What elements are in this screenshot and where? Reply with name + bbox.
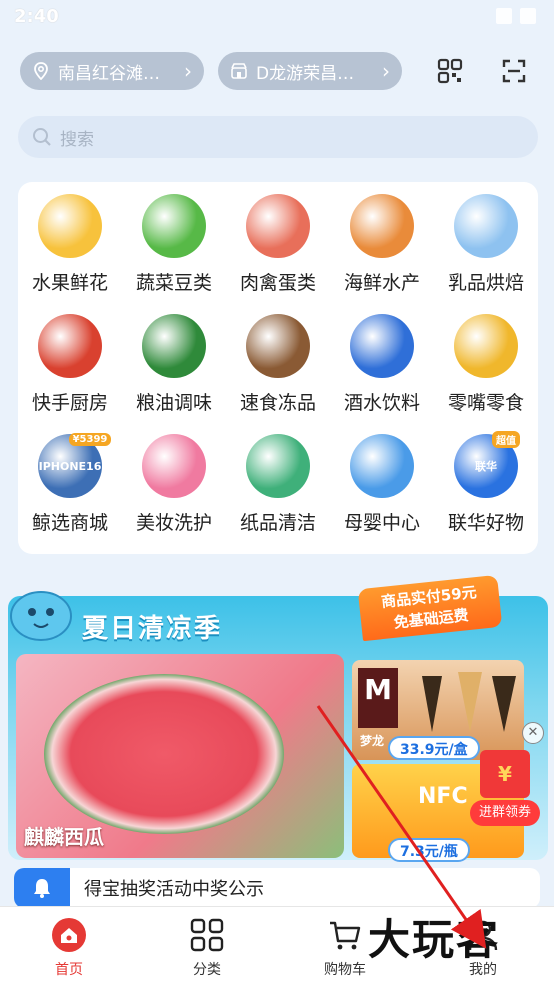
- group-coupon-button[interactable]: ¥ 进群领券: [470, 750, 540, 834]
- status-icons: [496, 8, 536, 24]
- category-label: 海鲜水产: [343, 272, 420, 294]
- store-icon: [231, 63, 247, 79]
- category-label: 酒水饮料: [343, 392, 420, 414]
- store-label: D龙游荣昌…: [256, 63, 355, 84]
- watermelon-label: 麒麟西瓜: [24, 825, 104, 849]
- category-label: 美妆洗护: [135, 512, 212, 534]
- search-icon: [33, 128, 51, 146]
- status-time: 2:40: [14, 6, 59, 27]
- category-badge: ¥5399: [68, 432, 112, 446]
- category-icon: IPHONE16 ¥5399: [38, 432, 112, 498]
- category-icon: [454, 194, 518, 258]
- notice-text: 得宝抽奖活动中奖公示: [84, 879, 264, 900]
- category-item[interactable]: 速食冻品: [226, 302, 330, 422]
- category-icon: 联华 超值: [454, 430, 520, 498]
- magnum-name: 梦龙: [360, 734, 385, 748]
- qr-code-button[interactable]: [431, 52, 469, 90]
- red-envelope-icon: ¥: [480, 750, 530, 798]
- tab-cart-label: 购物车: [324, 962, 366, 978]
- category-item[interactable]: 海鲜水产: [330, 182, 434, 302]
- category-label: 纸品清洁: [239, 512, 316, 534]
- category-label: 零嘴零食: [447, 392, 524, 414]
- category-label: 快手厨房: [31, 392, 108, 414]
- category-item[interactable]: 乳品烘焙: [434, 182, 538, 302]
- location-pin-icon: [34, 62, 48, 80]
- category-icon: [142, 314, 206, 378]
- juice-price: 7.3元/瓶: [388, 838, 470, 862]
- category-icon: [246, 194, 310, 258]
- qr-code-icon: [437, 58, 463, 84]
- category-item[interactable]: 联华 超值联华好物: [434, 422, 538, 542]
- category-icon: [246, 314, 310, 378]
- tab-category-label: 分类: [193, 962, 221, 978]
- category-grid: 水果鲜花 蔬菜豆类 肉禽蛋类 海鲜水产 乳品烘焙快手厨房 粮油调味 速食冻品 酒水饮料 零嘴零食…: [18, 182, 538, 554]
- category-label: 肉禽蛋类: [239, 272, 316, 294]
- icecream-price: 33.9元/盒: [388, 736, 480, 760]
- category-label: 粮油调味: [135, 392, 212, 414]
- tab-category[interactable]: 分类: [138, 907, 276, 984]
- search-input[interactable]: 搜索: [18, 116, 538, 158]
- category-icon: [350, 314, 414, 378]
- category-label: 联华好物: [447, 512, 524, 534]
- promo-banner[interactable]: 夏日清凉季 商品实付59元 免基础运费 麒麟西瓜 M 梦龙 33.9元/盒 NF…: [0, 572, 554, 864]
- category-item[interactable]: 水果鲜花: [18, 182, 122, 302]
- category-item[interactable]: 快手厨房: [18, 302, 122, 422]
- category-badge: 超值: [492, 430, 520, 448]
- top-bar: 南昌红谷滩… › D龙游荣昌… ›: [0, 52, 554, 92]
- watermark-logo: 大玩客: [368, 915, 501, 964]
- category-icon: [454, 314, 518, 378]
- nfc-label: NFC: [418, 784, 468, 809]
- lottery-notice[interactable]: 得宝抽奖活动中奖公示: [14, 868, 540, 908]
- chevron-right-icon: ›: [382, 59, 390, 83]
- category-item[interactable]: 纸品清洁: [226, 422, 330, 542]
- scan-button[interactable]: [495, 52, 533, 90]
- mascot-icon: [10, 591, 72, 641]
- category-icon: [38, 194, 102, 258]
- category-item[interactable]: 零嘴零食: [434, 302, 538, 422]
- search-placeholder: 搜索: [60, 129, 94, 150]
- category-label: 鲸选商城: [31, 512, 108, 534]
- banner-title: 夏日清凉季: [82, 614, 223, 644]
- category-icon: [142, 194, 206, 258]
- location-chip[interactable]: 南昌红谷滩… ›: [20, 52, 204, 90]
- category-icon: [246, 434, 310, 498]
- category-item[interactable]: 粮油调味: [122, 302, 226, 422]
- scan-icon: [502, 59, 526, 83]
- battery-icon: [520, 8, 536, 24]
- chevron-right-icon: ›: [184, 59, 192, 83]
- status-bar: 2:40: [0, 0, 554, 38]
- watermelon-image: [44, 674, 284, 834]
- tab-home[interactable]: 首页: [0, 907, 138, 984]
- home-icon: [51, 917, 87, 953]
- category-item[interactable]: 美妆洗护: [122, 422, 226, 542]
- category-label: 水果鲜花: [31, 272, 108, 294]
- close-icon[interactable]: ✕: [522, 722, 544, 744]
- category-label: 母婴中心: [343, 512, 420, 534]
- category-icon: [38, 314, 102, 378]
- category-item[interactable]: 母婴中心: [330, 422, 434, 542]
- store-chip[interactable]: D龙游荣昌… ›: [218, 52, 402, 90]
- category-item[interactable]: 蔬菜豆类: [122, 182, 226, 302]
- category-icon: [350, 194, 414, 258]
- watermelon-product[interactable]: 麒麟西瓜: [16, 654, 344, 858]
- category-icon-text: IPHONE16: [38, 459, 102, 473]
- tab-home-label: 首页: [55, 962, 83, 978]
- group-coupon-label: 进群领券: [470, 800, 540, 826]
- category-label: 乳品烘焙: [447, 272, 524, 294]
- location-label: 南昌红谷滩…: [58, 63, 160, 84]
- wifi-icon: [496, 8, 512, 24]
- category-item[interactable]: 酒水饮料: [330, 302, 434, 422]
- category-icon: [142, 434, 206, 498]
- category-item[interactable]: IPHONE16 ¥5399 鲸选商城: [18, 422, 122, 542]
- category-label: 速食冻品: [239, 392, 316, 414]
- magnum-logo: M: [358, 668, 398, 728]
- category-icon-text: 联华: [475, 460, 497, 473]
- cart-icon: [327, 917, 363, 953]
- category-icon: [350, 434, 414, 498]
- category-label: 蔬菜豆类: [135, 272, 212, 294]
- category-item[interactable]: 肉禽蛋类: [226, 182, 330, 302]
- icecream-cones-icon: [422, 672, 516, 732]
- bell-icon: [14, 868, 70, 908]
- grid-icon: [189, 917, 225, 953]
